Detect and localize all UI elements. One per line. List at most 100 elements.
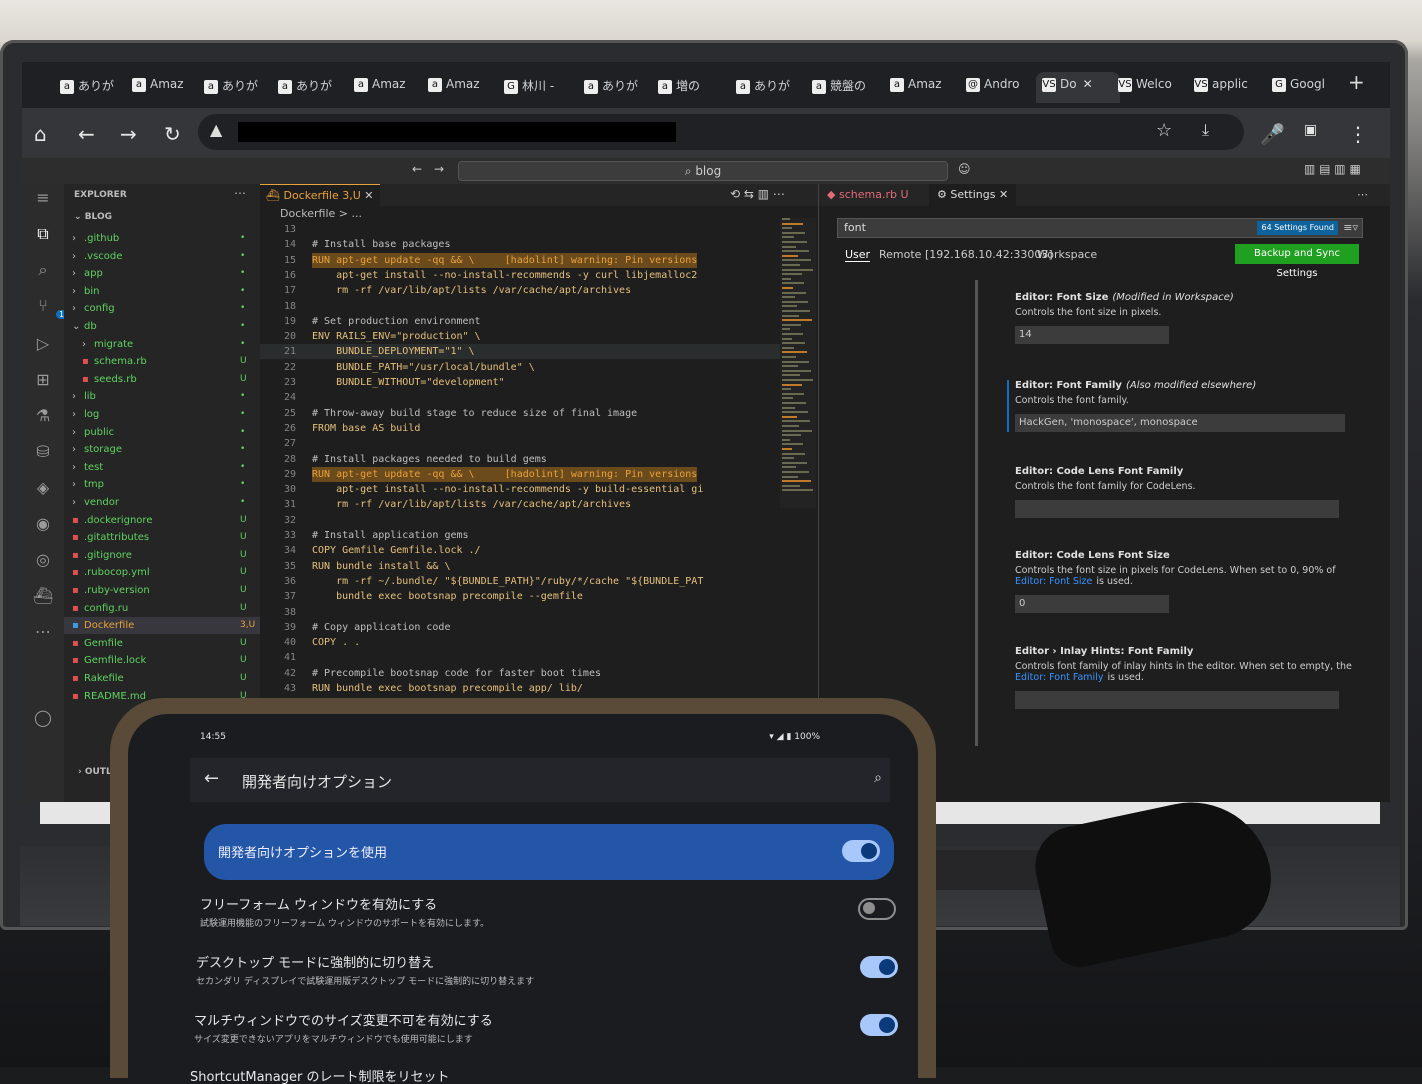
code-line[interactable]: 27 xyxy=(260,436,800,451)
browser-tab[interactable]: a Amaz xyxy=(126,72,204,103)
tree-item[interactable]: › .github • xyxy=(64,230,260,247)
tree-item[interactable]: › lib • xyxy=(64,388,260,405)
tree-item[interactable]: › log • xyxy=(64,406,260,423)
setting-input[interactable]: 0 xyxy=(1015,595,1169,613)
browser-tab[interactable]: VS applic xyxy=(1188,72,1266,103)
filter-icon[interactable]: ≡▿ xyxy=(1343,219,1358,237)
browser-tab[interactable]: VS Do ✕ xyxy=(1036,72,1120,103)
code-line[interactable]: 29 RUN apt-get update -qq && \ [hadolint]… xyxy=(260,466,800,482)
command-center[interactable]: ⌕ blog xyxy=(458,161,948,181)
developer-options-main-toggle[interactable]: 開発者向けオプションを使用 xyxy=(204,824,894,880)
code-line[interactable]: 41 xyxy=(260,650,800,665)
tree-item[interactable]: ▪ Dockerfile 3,U xyxy=(64,617,260,635)
tree-item[interactable]: ▪ schema.rb U xyxy=(64,353,260,370)
menu-icon[interactable]: ≡ xyxy=(32,188,54,210)
code-line[interactable]: 42 # Precompile bootsnap code for faster … xyxy=(260,666,800,681)
tree-item[interactable]: › vendor • xyxy=(64,494,260,511)
setting-link[interactable]: Editor: Font Size xyxy=(1015,576,1092,587)
setting-input[interactable]: HackGen, 'monospace', monospace xyxy=(1015,414,1345,432)
tree-item[interactable]: ▪ .gitignore U xyxy=(64,547,260,564)
code-line[interactable]: 23 BUNDLE_WITHOUT="development" xyxy=(260,375,800,390)
explorer-icon[interactable]: ⧉ xyxy=(32,224,54,246)
browser-tab[interactable]: G 林川 - xyxy=(498,72,576,103)
browser-tab[interactable]: a Amaz xyxy=(348,72,426,103)
code-line[interactable]: 18 xyxy=(260,299,800,314)
back-arrow-icon[interactable]: ← xyxy=(204,768,219,789)
microphone-icon[interactable]: 🎤 xyxy=(1260,122,1285,146)
code-line[interactable]: 32 xyxy=(260,513,800,528)
home-icon[interactable]: ⌂ xyxy=(34,122,47,146)
tab-settings[interactable]: ⚙ Settings ✕ xyxy=(929,184,1017,206)
tree-item[interactable]: ▪ Gemfile.lock U xyxy=(64,652,260,669)
back-arrow-icon[interactable]: ← xyxy=(78,122,95,146)
search-icon[interactable]: ⌕ xyxy=(32,260,54,282)
tree-item[interactable]: › migrate • xyxy=(64,336,260,353)
code-line[interactable]: 30 apt-get install --no-install-recommen… xyxy=(260,482,800,497)
more-icon[interactable]: ⋯ xyxy=(32,622,54,644)
forward-arrow-icon[interactable]: → xyxy=(120,122,137,146)
browser-tab[interactable]: VS Welco xyxy=(1112,72,1190,103)
menu-kebab-icon[interactable]: ⋮ xyxy=(1348,122,1368,146)
browser-tab[interactable]: @ Andro xyxy=(960,72,1038,103)
code-line[interactable]: 15 RUN apt-get update -qq && \ [hadolint]… xyxy=(260,252,800,268)
browser-tab[interactable]: a ありが xyxy=(54,72,132,103)
phone-setting-row[interactable]: ShortcutManager のレート制限をリセット xyxy=(190,1066,830,1084)
phone-setting-row[interactable]: マルチウィンドウでのサイズ変更不可を有効にする サイズ変更できないアプリをマルチウ… xyxy=(194,1010,834,1045)
code-line[interactable]: 43 RUN bundle exec bootsnap precompile ap… xyxy=(260,681,800,696)
tree-item[interactable]: › .vscode • xyxy=(64,248,260,265)
source-control-icon[interactable]: ⑂115 xyxy=(32,296,78,319)
nav-back-icon[interactable]: ← xyxy=(412,162,422,176)
explorer-more-icon[interactable]: ⋯ xyxy=(234,186,246,200)
tree-item[interactable]: › bin • xyxy=(64,283,260,300)
phone-setting-switch[interactable] xyxy=(858,898,896,920)
testing-icon[interactable]: ⚗ xyxy=(32,406,54,428)
browser-tab[interactable]: a ありが xyxy=(730,72,808,103)
browser-tab[interactable]: a ありが xyxy=(198,72,276,103)
browser-tab[interactable]: G Googl xyxy=(1266,72,1344,103)
tree-item[interactable]: › config • xyxy=(64,300,260,317)
tree-item[interactable]: ▪ Gemfile U xyxy=(64,635,260,652)
tree-item[interactable]: ▪ config.ru U xyxy=(64,600,260,617)
tab-count-icon[interactable]: ▣ xyxy=(1304,122,1317,138)
browser-tab[interactable]: a 増の xyxy=(652,72,730,103)
code-line[interactable]: 28 # Install packages needed to build gem… xyxy=(260,452,800,467)
phone-setting-row[interactable]: デスクトップ モードに強制的に切り替え セカンダリ ディスプレイで試験運用版デスク… xyxy=(196,952,836,987)
code-line[interactable]: 21 BUNDLE_DEPLOYMENT="1" \ xyxy=(260,344,800,360)
github-icon[interactable]: ◉ xyxy=(32,514,54,536)
tree-item[interactable]: › storage • xyxy=(64,441,260,458)
browser-tab[interactable]: a Amaz xyxy=(884,72,962,103)
copilot-icon[interactable]: ☺ xyxy=(958,162,971,176)
reload-icon[interactable]: ↻ xyxy=(164,122,181,146)
browser-tab[interactable]: a ありが xyxy=(578,72,656,103)
tree-item[interactable]: ▪ .dockerignore U xyxy=(64,512,260,529)
tree-item[interactable]: ▪ Rakefile U xyxy=(64,670,260,687)
explorer-root[interactable]: ⌄ BLOG xyxy=(74,212,112,222)
code-line[interactable]: 37 bundle exec bootsnap precompile --gem… xyxy=(260,589,800,604)
code-line[interactable]: 38 xyxy=(260,605,800,620)
code-line[interactable]: 35 RUN bundle install && \ xyxy=(260,559,800,574)
tab-dockerfile[interactable]: ⛴ Dockerfile 3,U ✕ xyxy=(260,184,380,207)
tree-item[interactable]: › test • xyxy=(64,459,260,476)
tree-item[interactable]: ▪ .ruby-version U xyxy=(64,582,260,599)
main-switch[interactable] xyxy=(842,840,880,862)
tree-item[interactable]: ▪ seeds.rb U xyxy=(64,371,260,388)
bookmark-star-icon[interactable]: ☆ xyxy=(1156,120,1172,141)
setting-modified-note[interactable]: (Also modified elsewhere) xyxy=(1126,380,1256,391)
breadcrumb[interactable]: Dockerfile > ... xyxy=(280,207,362,220)
browser-tab[interactable]: a 競盤の xyxy=(806,72,884,103)
browser-tab[interactable]: a Amaz xyxy=(422,72,500,103)
scope-user[interactable]: User xyxy=(845,248,871,262)
tree-item[interactable]: ▪ .gitattributes U xyxy=(64,529,260,546)
minimap[interactable] xyxy=(780,218,816,508)
backup-sync-button[interactable]: Backup and Sync Settings xyxy=(1235,244,1359,279)
remote-explorer-icon[interactable]: ◎ xyxy=(32,550,54,572)
tree-item[interactable]: › tmp • xyxy=(64,476,260,493)
docker-icon[interactable]: ⛴ xyxy=(32,586,54,608)
code-line[interactable]: 34 COPY Gemfile Gemfile.lock ./ xyxy=(260,543,800,558)
close-icon[interactable]: ✕ xyxy=(999,188,1008,201)
search-icon[interactable]: ⌕ xyxy=(874,770,882,786)
tree-item[interactable]: › public • xyxy=(64,424,260,441)
code-line[interactable]: 17 rm -rf /var/lib/apt/lists /var/cache/… xyxy=(260,283,800,298)
code-line[interactable]: 20 ENV RAILS_ENV="production" \ xyxy=(260,329,800,344)
run-debug-icon[interactable]: ▷ xyxy=(32,334,54,356)
